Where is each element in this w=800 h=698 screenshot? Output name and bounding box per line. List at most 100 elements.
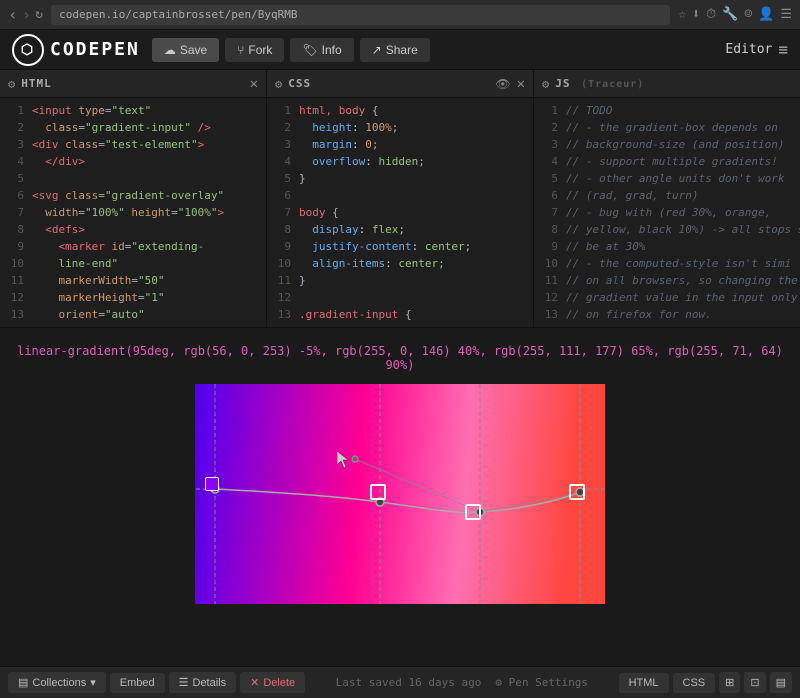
code-line: 7// - bug with (red 30%, orange, [534, 204, 800, 221]
save-button[interactable]: ☁ Save [152, 38, 219, 62]
css-eye-icon[interactable]: 👁 [495, 77, 510, 91]
code-line: 3// background-size (and position) [534, 136, 800, 153]
settings-gear-icon: ⚙ [495, 676, 502, 689]
info-button[interactable]: 🏷 Info [290, 38, 353, 62]
code-line: 13 orient="auto" [0, 306, 266, 323]
code-line: 3 margin: 0; [267, 136, 533, 153]
share-button[interactable]: ↗ Share [360, 38, 430, 62]
css-close-icon[interactable]: ✕ [517, 76, 525, 92]
html-tab-button[interactable]: HTML [619, 673, 669, 693]
code-line: 6// (rad, grad, turn) [534, 187, 800, 204]
share-icon: ↗ [372, 43, 382, 57]
code-line: 9 <marker id="extending- [0, 238, 266, 255]
logo-icon: ⬡ [12, 34, 44, 66]
code-line: 9// be at 30% [534, 238, 800, 255]
bottom-right-buttons: HTML CSS ⊞ ⊡ ▤ [619, 672, 792, 693]
html-gear-icon[interactable]: ⚙ [8, 77, 15, 91]
preview-area: linear-gradient(95deg, rgb(56, 0, 253) -… [0, 328, 800, 620]
layout-list-icon[interactable]: ▤ [770, 672, 792, 693]
codepen-logo[interactable]: ⬡ CODEPEN [12, 34, 140, 66]
js-panel-header: ⚙ JS (Traceur) [534, 70, 800, 98]
code-line: 8 <defs> [0, 221, 266, 238]
face-icon[interactable]: ☺ [744, 7, 752, 22]
header-buttons: ☁ Save ⑂ Fork 🏷 Info ↗ Share [152, 38, 430, 62]
css-tab-button[interactable]: CSS [673, 673, 716, 693]
code-line: 11} [267, 272, 533, 289]
details-icon: ☰ [179, 676, 189, 689]
back-icon[interactable]: ‹ [8, 5, 18, 24]
gradient-display [195, 384, 605, 604]
gradient-canvas[interactable] [195, 384, 605, 604]
collections-button[interactable]: ▤ Collections ▾ [8, 672, 106, 693]
code-line: 5// - other angle units don't work [534, 170, 800, 187]
code-line: 6<svg class="gradient-overlay" [0, 187, 266, 204]
logo-text: CODEPEN [50, 39, 140, 60]
code-line: 5} [267, 170, 533, 187]
clock-icon[interactable]: ⏱ [706, 7, 716, 22]
code-line: 13// on firefox for now. [534, 306, 800, 323]
js-gear-icon[interactable]: ⚙ [542, 77, 549, 91]
code-line: 10// - the computed-style isn't simi [534, 255, 800, 272]
js-code-content[interactable]: 1// TODO 2// - the gradient-box depends … [534, 98, 800, 327]
menu-icon[interactable]: ☰ [780, 7, 792, 22]
css-code-content[interactable]: 1html, body { 2 height: 100%; 3 margin: … [267, 98, 533, 327]
editor-menu-icon[interactable]: ≡ [778, 40, 788, 59]
code-line: 11 markerWidth="50" [0, 272, 266, 289]
gradient-svg-overlay [195, 384, 605, 604]
user-icon[interactable]: 👤 [758, 7, 774, 22]
url-text: codepen.io/captainbrosset/pen/ByqRMB [59, 8, 297, 21]
html-close-icon[interactable]: ✕ [250, 76, 258, 92]
html-panel-header: ⚙ HTML ✕ [0, 70, 266, 98]
code-line: 5 [0, 170, 266, 187]
forward-icon[interactable]: › [22, 5, 32, 24]
collections-chevron-icon: ▾ [90, 676, 96, 689]
download-icon[interactable]: ⬇ [692, 7, 700, 22]
code-line: 10 align-items: center; [267, 255, 533, 272]
pen-settings-btn[interactable]: ⚙ Pen Settings [495, 676, 588, 689]
fork-button[interactable]: ⑂ Fork [225, 38, 284, 62]
code-line: 12// gradient value in the input only wo [534, 289, 800, 306]
refresh-icon[interactable]: ↻ [35, 7, 43, 22]
star-icon[interactable]: ☆ [678, 7, 686, 22]
codepen-header: ⬡ CODEPEN ☁ Save ⑂ Fork 🏷 Info ↗ Share E… [0, 30, 800, 70]
html-panel: ⚙ HTML ✕ 1<input type="text" 2 class="gr… [0, 70, 267, 327]
css-panel: ⚙ CSS 👁 ✕ 1html, body { 2 height: 100%; … [267, 70, 534, 327]
code-line: 12 [267, 289, 533, 306]
code-line: 2 class="gradient-input" /> [0, 119, 266, 136]
gradient-formula: linear-gradient(95deg, rgb(56, 0, 253) -… [16, 344, 784, 372]
layout-grid-icon[interactable]: ⊞ [719, 672, 740, 693]
code-line: 4 </div> [0, 153, 266, 170]
code-line: 8// yellow, black 10%) -> all stops sho [534, 221, 800, 238]
code-line: 11// on all browsers, so changing the [534, 272, 800, 289]
bottom-left-buttons: ▤ Collections ▾ Embed ☰ Details ✕ Delete [8, 672, 305, 693]
layout-split-icon[interactable]: ⊡ [744, 672, 765, 693]
html-panel-title: HTML [21, 77, 243, 90]
delete-icon: ✕ [250, 676, 259, 689]
code-line: 13.gradient-input { [267, 306, 533, 323]
url-bar[interactable]: codepen.io/captainbrosset/pen/ByqRMB [51, 5, 670, 25]
code-line: 12 markerHeight="1" [0, 289, 266, 306]
editor-text: Editor [725, 42, 772, 57]
browser-bar: ‹ › ↻ codepen.io/captainbrosset/pen/ByqR… [0, 0, 800, 30]
stop-handle-2[interactable] [370, 484, 386, 500]
stop-handle-3[interactable] [465, 504, 481, 520]
collections-icon: ▤ [18, 676, 28, 689]
code-line: 4 overflow: hidden; [267, 153, 533, 170]
css-gear-icon[interactable]: ⚙ [275, 77, 282, 91]
embed-button[interactable]: Embed [110, 673, 165, 693]
code-line: 1<input type="text" [0, 102, 266, 119]
stop-handle-1[interactable] [205, 477, 219, 491]
traceur-label: (Traceur) [581, 79, 644, 90]
delete-button[interactable]: ✕ Delete [240, 672, 305, 693]
stop-handle-4[interactable] [569, 484, 585, 500]
js-panel: ⚙ JS (Traceur) 1// TODO 2// - the gradie… [534, 70, 800, 327]
last-saved-text: Last saved 16 days ago ⚙ Pen Settings [313, 676, 610, 689]
fork-icon: ⑂ [237, 43, 244, 57]
tool-icon[interactable]: 🔧 [722, 7, 738, 22]
code-line: 3<div class="test-element"> [0, 136, 266, 153]
code-line: 6 [267, 187, 533, 204]
code-line: 1html, body { [267, 102, 533, 119]
html-code-content[interactable]: 1<input type="text" 2 class="gradient-in… [0, 98, 266, 327]
details-button[interactable]: ☰ Details [169, 672, 237, 693]
editors-row: ⚙ HTML ✕ 1<input type="text" 2 class="gr… [0, 70, 800, 328]
